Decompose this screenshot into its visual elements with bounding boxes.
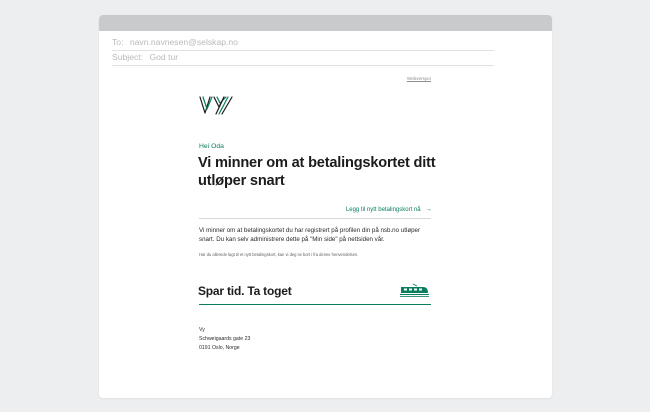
subject-field[interactable]: Subject: God tur <box>112 49 494 66</box>
window-titlebar <box>99 15 552 31</box>
small-note: Har du allerede lagt til et nytt betalin… <box>199 252 359 257</box>
add-card-link[interactable]: Legg til nytt betalingskort nå → <box>339 206 432 213</box>
arrow-right-icon: → <box>425 206 432 213</box>
body-text: Vi minner om at betalingskortet du har r… <box>199 227 421 244</box>
webversion-link[interactable]: Webversjon <box>399 76 431 81</box>
subject-label: Subject: <box>112 52 144 62</box>
add-card-label: Legg til nytt betalingskort nå <box>345 207 421 213</box>
footer-address: Vy Schweigaards gate 23 0191 Oslo, Norge <box>199 326 399 354</box>
email-compose-window: To: navn.navnesen@selskap.no Subject: Go… <box>99 15 552 398</box>
divider <box>199 218 431 219</box>
tagline: Spar tid. Ta toget <box>198 284 292 298</box>
divider-green <box>199 304 431 305</box>
address-street: Schweigaards gate 23 <box>199 336 251 343</box>
to-label: To: <box>112 37 124 47</box>
greeting: Hei Oda <box>199 143 224 150</box>
to-value: navn.navnesen@selskap.no <box>129 37 238 47</box>
train-icon <box>400 283 429 297</box>
address-name: Vy <box>199 327 205 333</box>
vy-logo-icon <box>199 96 233 115</box>
subject-value: God tur <box>149 52 179 62</box>
address-city: 0191 Oslo, Norge <box>199 345 240 352</box>
headline: Vi minner om at betalingskortet ditt utl… <box>198 155 436 189</box>
